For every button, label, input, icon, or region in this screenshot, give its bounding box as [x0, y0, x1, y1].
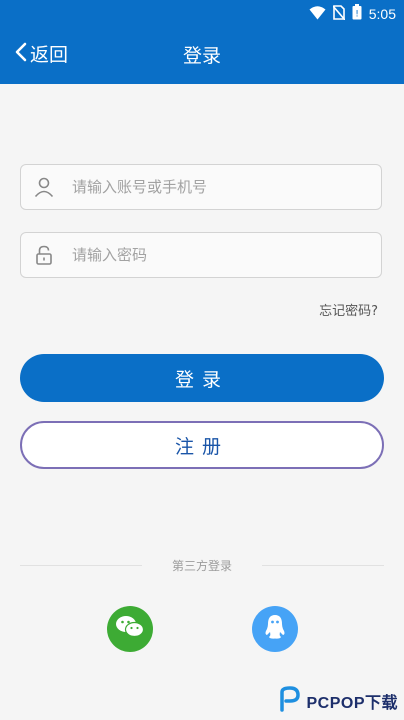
watermark: PCPOP下载 [278, 686, 398, 716]
wechat-login-button[interactable] [107, 606, 153, 652]
status-bar: ! 5:05 [0, 0, 404, 28]
header-bar: ! 5:05 返回 登录 [0, 0, 404, 84]
account-input[interactable] [70, 177, 381, 197]
divider-line-left [20, 564, 142, 566]
third-party-label: 第三方登录 [172, 558, 233, 573]
user-icon [32, 175, 56, 199]
wifi-icon [309, 5, 326, 24]
qq-login-button[interactable] [252, 606, 298, 652]
status-time: 5:05 [368, 6, 396, 22]
register-button[interactable]: 注册 [20, 421, 384, 469]
nav-bar: 返回 登录 [0, 36, 404, 76]
watermark-suffix: 下载 [364, 695, 398, 712]
pcpop-logo-icon [278, 686, 302, 716]
lock-icon [32, 243, 56, 267]
svg-text:!: ! [355, 10, 359, 20]
login-button[interactable]: 登录 [20, 354, 384, 402]
wechat-icon [115, 614, 145, 644]
no-sim-icon [332, 4, 346, 24]
third-party-divider: 第三方登录 [20, 555, 385, 575]
forgot-password-link[interactable]: 忘记密码? [319, 300, 378, 319]
password-input[interactable] [70, 245, 381, 265]
watermark-text: PCPOP下载 [306, 689, 398, 713]
account-field[interactable] [20, 164, 382, 210]
qq-icon [263, 613, 287, 645]
battery-icon: ! [352, 4, 362, 24]
status-icons: ! 5:05 [309, 4, 396, 24]
divider-line-right [262, 564, 385, 566]
watermark-brand: PCPOP [306, 695, 365, 712]
password-field[interactable] [20, 232, 382, 278]
page-title: 登录 [182, 45, 221, 67]
